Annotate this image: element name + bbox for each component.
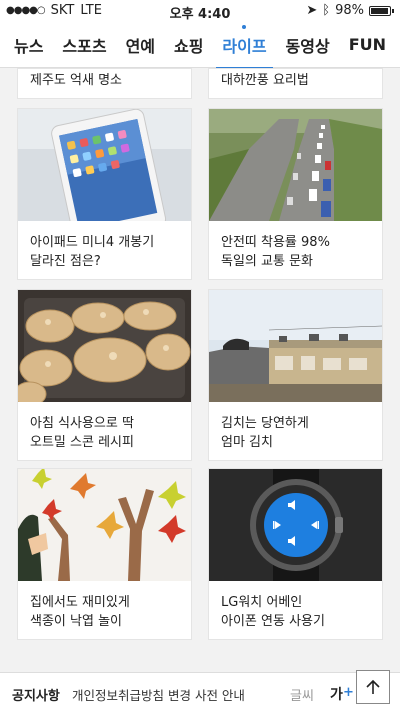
article-card[interactable]: 김치는 당연하게 엄마 김치 xyxy=(208,289,383,461)
article-title-line1: 김치는 당연하게 xyxy=(221,416,309,431)
smartwatch-photo xyxy=(209,469,382,581)
bluetooth-icon: ᛒ xyxy=(322,3,331,18)
article-grid: 제주도 억새 명소 대하깐풍 요리법 아이패드 미니4 개봉기 달라진 점은? … xyxy=(0,68,400,668)
category-tabs: 뉴스 스포츠 연예 쇼핑 라이프 동영상 FUN xyxy=(0,22,400,69)
article-title-line1: 집에서도 재미있게 xyxy=(30,595,130,610)
arrow-up-icon xyxy=(366,679,380,694)
tab-news[interactable]: 뉴스 xyxy=(14,23,43,67)
article-title-line2: 색종이 낙엽 놀이 xyxy=(30,614,122,629)
article-title-line2: 엄마 김치 xyxy=(221,435,273,450)
tab-life[interactable]: 라이프 xyxy=(216,23,273,69)
article-card[interactable]: 아이패드 미니4 개봉기 달라진 점은? xyxy=(17,108,192,280)
article-card[interactable]: 집에서도 재미있게 색종이 낙엽 놀이 xyxy=(17,468,192,640)
battery-icon xyxy=(369,5,391,16)
scroll-top-button[interactable] xyxy=(356,670,390,704)
scones-photo xyxy=(18,290,191,402)
article-card[interactable]: 대하깐풍 요리법 xyxy=(208,68,383,99)
article-title: 대하깐풍 요리법 xyxy=(221,73,309,88)
highway-photo xyxy=(209,109,382,221)
tab-shopping[interactable]: 쇼핑 xyxy=(174,23,203,67)
status-bar: ●●●●○ SKT LTE 오후 4:40 ➤ ᛒ 98% xyxy=(0,0,400,22)
font-size-increase[interactable]: + xyxy=(343,685,354,700)
tab-video[interactable]: 동영상 xyxy=(286,23,330,67)
notice-bar: 공지사항 개인정보취급방침 변경 사전 안내 글씨 가 + xyxy=(0,672,400,711)
notice-link[interactable]: 개인정보취급방침 변경 사전 안내 xyxy=(72,685,245,704)
notice-title: 공지사항 xyxy=(12,689,60,704)
location-icon: ➤ xyxy=(306,3,318,18)
article-title-line1: 안전띠 착용률 98% xyxy=(221,235,330,250)
tab-sports[interactable]: 스포츠 xyxy=(62,23,106,67)
article-card[interactable]: 안전띠 착용률 98% 독일의 교통 문화 xyxy=(208,108,383,280)
font-size-label: 글씨 xyxy=(290,689,314,704)
article-title-line2: 오트밀 스콘 레시피 xyxy=(30,435,134,450)
article-title-line1: 아침 식사용으로 딱 xyxy=(30,416,134,431)
article-card[interactable]: LG워치 어베인 아이폰 연동 사용기 xyxy=(208,468,383,640)
tab-entertainment[interactable]: 연예 xyxy=(126,23,155,67)
article-title-line1: LG워치 어베인 xyxy=(221,595,303,610)
article-title-line2: 독일의 교통 문화 xyxy=(221,254,313,269)
article-card[interactable]: 아침 식사용으로 딱 오트밀 스콘 레시피 xyxy=(17,289,192,461)
ipad-photo xyxy=(18,109,191,221)
article-title-line2: 아이폰 연동 사용기 xyxy=(221,614,325,629)
article-title-line1: 아이패드 미니4 개봉기 xyxy=(30,235,155,250)
article-title: 제주도 억새 명소 xyxy=(30,73,122,88)
article-title-line2: 달라진 점은? xyxy=(30,254,101,269)
paper-leaves-photo xyxy=(18,469,191,581)
rooftop-photo xyxy=(209,290,382,402)
tab-fun[interactable]: FUN xyxy=(349,25,386,64)
article-card[interactable]: 제주도 억새 명소 xyxy=(17,68,192,99)
font-size-sample[interactable]: 가 xyxy=(330,684,343,704)
battery-percent: 98% xyxy=(335,3,364,18)
